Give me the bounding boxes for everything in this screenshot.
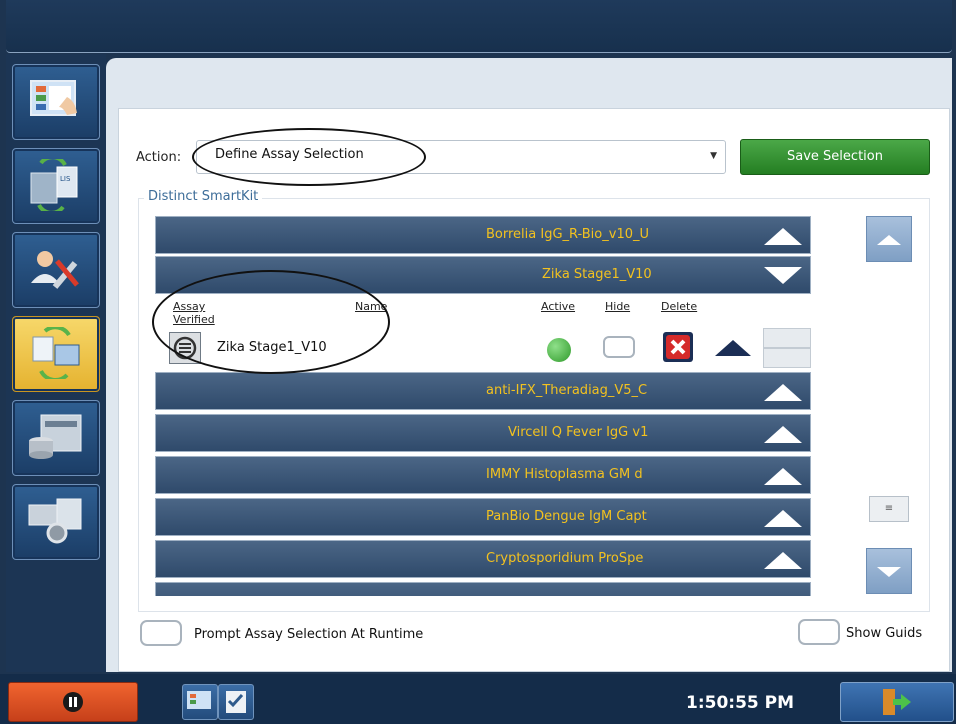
checklist-icon [226,691,246,713]
nav-instrument-settings-button[interactable] [12,484,100,560]
clock: 1:50:55 PM [686,693,795,713]
hide-header: Hide [605,300,631,313]
assay-row-title: IMMY Histoplasma GM d [486,467,643,482]
expand-triangle-icon[interactable] [762,225,804,247]
exit-door-icon [883,689,911,715]
move-up-triangle-icon[interactable] [713,338,753,358]
action-dropdown[interactable]: Define Assay Selection ▼ [196,140,726,174]
expand-triangle-icon[interactable] [762,423,804,445]
instrument-settings-icon [28,498,82,544]
expand-triangle-icon[interactable] [762,507,804,529]
taskbar-monitor-button[interactable] [182,684,218,720]
show-guids-checkbox[interactable] [798,619,840,645]
delete-button[interactable] [663,332,693,362]
assay-row[interactable]: PanBio Dengue IgM Capt [155,498,811,536]
assay-detail-panel: Assay Verified Name Active Hide Delete Z… [155,296,811,368]
assay-row-expanded[interactable]: Zika Stage1_V10 [155,256,811,294]
pause-icon [63,692,83,712]
move-down-button[interactable] [763,348,811,368]
assay-row-title: anti-IFX_Theradiag_V5_C [486,383,648,398]
delete-header: Delete [661,300,698,313]
assay-verified-header: Assay Verified [173,300,215,326]
assay-row-title: Borrelia IgG_R-Bio_v10_U [486,227,649,242]
hide-checkbox[interactable] [603,336,635,358]
scroll-down-icon [877,567,901,577]
smartkit-group-label: Distinct SmartKit [144,189,263,204]
nav-instrument-database-button[interactable] [12,400,100,476]
save-selection-button[interactable]: Save Selection [740,139,930,175]
expand-triangle-icon[interactable] [762,465,804,487]
nav-user-tools-button[interactable] [12,232,100,308]
prompt-assay-label: Prompt Assay Selection At Runtime [194,627,424,642]
assay-row[interactable]: Vircell Q Fever IgG v1 [155,414,811,452]
assay-row-title: Zika Stage1_V10 [542,267,652,282]
collapse-triangle-icon[interactable] [762,265,804,287]
assay-name: Zika Stage1_V10 [217,340,327,355]
delete-x-icon [666,335,690,359]
assay-row[interactable]: Cryptosporidium ProSpe [155,540,811,578]
instrument-database-icon [29,414,82,459]
bottom-taskbar [0,674,956,724]
show-guids-label: Show Guids [846,626,923,641]
assay-row[interactable]: anti-IFX_Theradiag_V5_C [155,372,811,410]
assay-verified-icon [169,332,201,364]
top-title-bar [6,0,952,53]
expand-triangle-icon[interactable] [762,381,804,403]
nav-lis-link-button[interactable]: LIS [12,148,100,224]
scroll-up-button[interactable] [866,216,912,262]
nav-monitor-button[interactable] [12,64,100,140]
assay-row[interactable]: IMMY Histoplasma GM d [155,456,811,494]
assay-row-title: Cryptosporidium ProSpe [486,551,644,566]
pause-button[interactable] [8,682,138,722]
lis-link-icon: LIS [30,159,78,211]
exit-button[interactable] [840,682,954,722]
scroll-up-icon [877,235,901,245]
nav-assay-sync-button[interactable] [12,316,100,392]
prompt-assay-checkbox[interactable] [140,620,182,646]
assay-row-partial[interactable] [155,582,811,596]
action-dropdown-value: Define Assay Selection [215,147,364,162]
expand-triangle-icon[interactable] [762,549,804,571]
name-header: Name [355,300,388,313]
scroll-down-button[interactable] [866,548,912,594]
assay-row-title: Vircell Q Fever IgG v1 [508,425,649,440]
move-up-button[interactable] [763,328,811,348]
monitor-touch-icon [187,691,211,709]
assay-row[interactable]: Borrelia IgG_R-Bio_v10_U [155,216,811,254]
assay-row-title: PanBio Dengue IgM Capt [486,509,647,524]
assay-sync-icon [32,327,80,379]
action-label: Action: [136,150,182,165]
svg-text:LIS: LIS [60,175,71,183]
active-indicator[interactable] [547,338,571,362]
active-header: Active [541,300,576,313]
scroll-thumb[interactable]: ≡ [869,496,909,522]
taskbar-checklist-button[interactable] [218,684,254,720]
assay-list: Borrelia IgG_R-Bio_v10_U Zika Stage1_V10… [155,214,811,596]
list-scrollbar[interactable]: ≡ [866,214,912,594]
chevron-down-icon: ▼ [710,151,717,161]
monitor-touch-icon [30,80,77,116]
user-tools-icon [31,251,79,289]
